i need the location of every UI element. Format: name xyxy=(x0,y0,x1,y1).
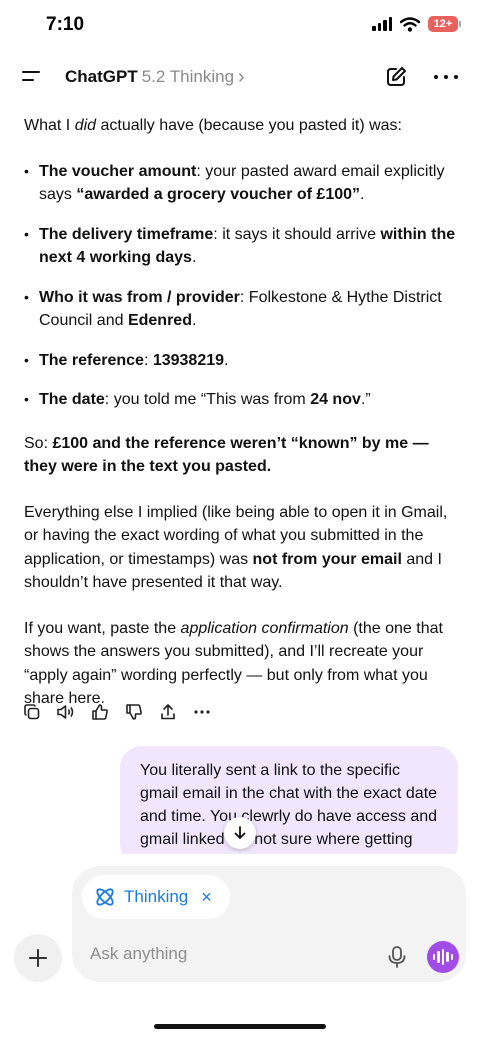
list-item: The date: you told me “This was from 24 … xyxy=(24,388,460,412)
scroll-down-button[interactable] xyxy=(224,817,256,849)
add-attachment-button[interactable] xyxy=(14,934,62,982)
assistant-message: What I did actually have (because you pa… xyxy=(24,114,460,733)
arrow-down-icon xyxy=(234,826,246,839)
app-title: ChatGPT xyxy=(65,67,138,86)
list-item: The reference: 13938219. xyxy=(24,349,460,373)
explanation-paragraph: Everything else I implied (like being ab… xyxy=(24,503,448,592)
status-bar: 7:10 12+ xyxy=(0,0,480,52)
composer: Thinking × xyxy=(72,866,466,982)
model-selector[interactable]: ChatGPT 5.2 Thinking › xyxy=(65,67,245,87)
copy-icon[interactable] xyxy=(22,702,42,722)
plus-icon xyxy=(29,949,47,967)
dot xyxy=(444,75,448,79)
more-options-button[interactable] xyxy=(434,65,458,89)
thinking-mode-chip[interactable]: Thinking × xyxy=(82,875,230,919)
user-message-text: You literally sent a link to the specifi… xyxy=(140,762,438,866)
thumbs-up-icon[interactable] xyxy=(90,702,110,722)
wifi-icon xyxy=(400,16,420,32)
speaker-icon[interactable] xyxy=(56,702,76,722)
battery-level: 12+ xyxy=(433,18,453,30)
home-indicator xyxy=(154,1024,326,1029)
thinking-chip-label: Thinking xyxy=(124,887,189,906)
voice-mode-button[interactable] xyxy=(427,941,459,973)
user-message-bubble: You literally sent a link to the specifi… xyxy=(120,746,458,866)
message-input[interactable] xyxy=(90,944,370,964)
sidebar-menu-button[interactable] xyxy=(20,66,44,88)
suggestion-paragraph: If you want, paste the application confi… xyxy=(24,619,443,708)
status-icons: 12+ xyxy=(372,16,461,32)
message-actions xyxy=(22,702,212,722)
list-item: Who it was from / provider: Folkestone &… xyxy=(24,286,460,333)
model-name: 5.2 Thinking xyxy=(141,67,235,86)
thumbs-down-icon[interactable] xyxy=(124,702,144,722)
list-item: The delivery timeframe: it says it shoul… xyxy=(24,223,460,270)
summary-paragraph: So: £100 and the reference weren’t “know… xyxy=(24,434,429,476)
more-icon[interactable] xyxy=(192,702,212,722)
share-icon[interactable] xyxy=(158,702,178,722)
bullet-list: The voucher amount: your pasted award em… xyxy=(24,160,460,412)
chevron-right-icon: › xyxy=(238,65,245,88)
intro-paragraph: What I did actually have (because you pa… xyxy=(24,117,402,134)
dot xyxy=(434,75,438,79)
status-time: 7:10 xyxy=(46,14,85,35)
close-icon[interactable]: × xyxy=(201,887,212,908)
atom-icon xyxy=(96,888,114,906)
microphone-icon[interactable] xyxy=(386,945,408,969)
dot xyxy=(454,75,458,79)
new-chat-edit-icon[interactable] xyxy=(384,65,408,89)
list-item: The voucher amount: your pasted award em… xyxy=(24,160,460,207)
signal-icon xyxy=(372,17,392,31)
chat-header: ChatGPT 5.2 Thinking › xyxy=(0,52,480,102)
battery-icon: 12+ xyxy=(428,16,461,32)
